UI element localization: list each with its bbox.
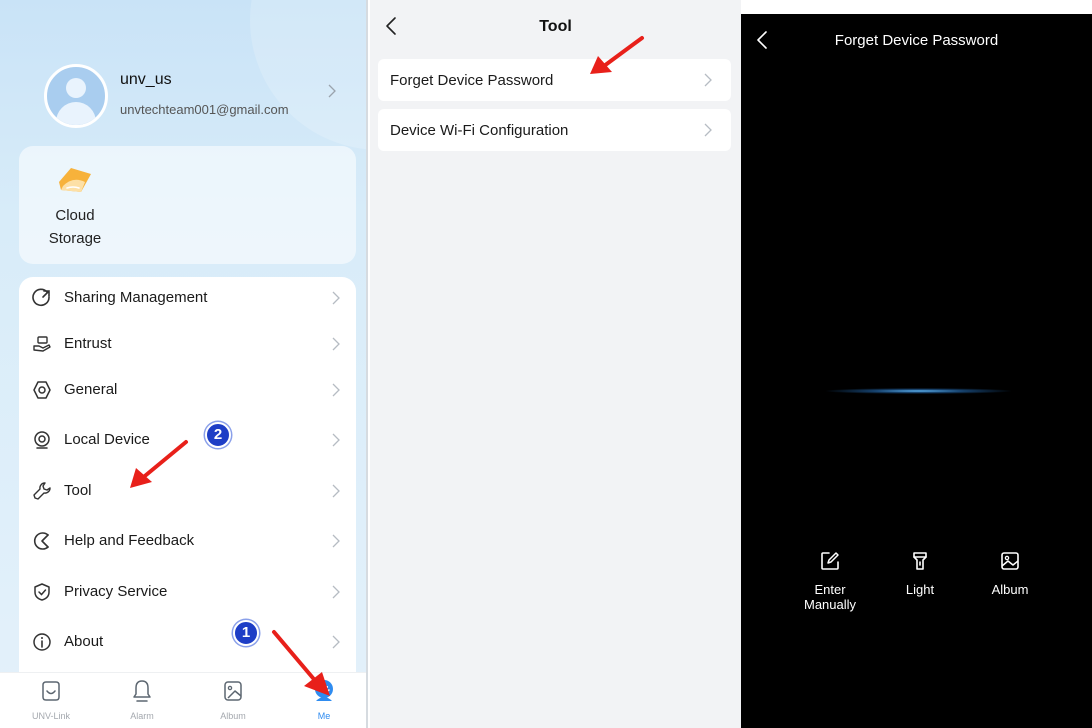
- chevron-right-icon: [332, 383, 340, 397]
- chevron-right-icon: [332, 433, 340, 447]
- email: unvtechteam001@gmail.com: [120, 102, 289, 117]
- tab-album[interactable]: Album: [198, 679, 268, 725]
- menu-item-sharing-management[interactable]: Sharing Management: [19, 277, 356, 323]
- menu-item-label: Entrust: [64, 335, 112, 352]
- tool-item-label: Device Wi-Fi Configuration: [390, 122, 569, 139]
- menu-item-label: About: [64, 633, 104, 650]
- info-icon: [33, 633, 51, 651]
- tab-label: Alarm: [130, 711, 154, 721]
- share-icon: [32, 288, 50, 307]
- chevron-right-icon[interactable]: [328, 84, 336, 98]
- unv-link-icon: [42, 681, 60, 701]
- qr-scanner-screen: Forget Device Password Enter Manually Li…: [741, 14, 1092, 728]
- local-device-icon: [34, 431, 50, 449]
- enter-manually-button[interactable]: Enter Manually: [792, 550, 868, 612]
- cloud-storage-icon: [59, 168, 91, 192]
- chevron-right-icon: [704, 123, 712, 137]
- general-settings-icon: [33, 381, 51, 399]
- scan-line: [826, 388, 1011, 394]
- chevron-right-icon: [332, 534, 340, 548]
- chevron-right-icon: [704, 73, 712, 87]
- header-decoration: [250, 0, 366, 150]
- tool-screen: Tool Forget Device Password Device Wi-Fi…: [370, 0, 741, 728]
- gallery-icon: [1001, 552, 1019, 570]
- username: unv_us: [120, 71, 172, 88]
- help-feedback-icon: [33, 532, 49, 550]
- cloud-storage-label-text: Cloud Storage: [48, 207, 102, 247]
- menu-item-general[interactable]: General: [19, 369, 356, 415]
- tab-alarm[interactable]: Alarm: [107, 679, 177, 725]
- red-arrow-to-me-tab: [272, 630, 330, 696]
- menu-item-label: Help and Feedback: [64, 532, 195, 549]
- tab-label: Album: [220, 711, 246, 721]
- flashlight-icon: [913, 552, 927, 570]
- action-label: Light: [905, 582, 935, 597]
- avatar[interactable]: [44, 64, 108, 128]
- chevron-right-icon: [332, 585, 340, 599]
- bell-icon: [133, 680, 151, 702]
- cloud-storage-card[interactable]: Cloud Storage: [19, 146, 356, 264]
- chevron-right-icon: [332, 291, 340, 305]
- tab-unv-link[interactable]: UNV-Link: [16, 679, 86, 725]
- tool-item-label: Forget Device Password: [390, 72, 554, 89]
- album-button[interactable]: Album: [972, 550, 1048, 597]
- entrust-icon: [33, 336, 51, 352]
- tool-item-forget-device-password[interactable]: Forget Device Password: [378, 59, 731, 101]
- menu-item-label: Privacy Service: [64, 583, 168, 600]
- light-button[interactable]: Light: [882, 550, 958, 597]
- menu-item-label: Tool: [64, 482, 92, 499]
- step-badge-2: 2: [205, 422, 231, 448]
- menu-item-label: General: [64, 381, 118, 398]
- red-arrow-to-forget-password: [590, 36, 644, 74]
- tab-label: UNV-Link: [31, 711, 70, 721]
- album-icon: [224, 681, 242, 701]
- page-title: Forget Device Password: [834, 32, 999, 49]
- chevron-right-icon: [332, 337, 340, 351]
- action-label: Enter Manually: [803, 582, 857, 612]
- menu-item-privacy-service[interactable]: Privacy Service: [19, 571, 356, 617]
- privacy-shield-icon: [34, 583, 50, 601]
- menu-item-help-and-feedback[interactable]: Help and Feedback: [19, 520, 356, 566]
- tool-icon: [33, 482, 51, 500]
- page-title: Tool: [539, 18, 572, 35]
- chevron-right-icon: [332, 484, 340, 498]
- me-screen: unv_us unvtechteam001@gmail.com Cloud St…: [0, 0, 368, 728]
- tool-item-device-wifi-configuration[interactable]: Device Wi-Fi Configuration: [378, 109, 731, 151]
- action-label: Album: [991, 582, 1029, 597]
- menu-item-label: Sharing Management: [64, 289, 208, 306]
- tab-label: Me: [317, 711, 331, 721]
- cloud-storage-label: Cloud Storage: [45, 204, 105, 250]
- step-badge-1: 1: [233, 620, 259, 646]
- menu-item-entrust[interactable]: Entrust: [19, 323, 356, 369]
- tool-header: Tool: [370, 0, 741, 50]
- edit-icon: [821, 552, 839, 570]
- red-arrow-to-tool: [130, 440, 188, 488]
